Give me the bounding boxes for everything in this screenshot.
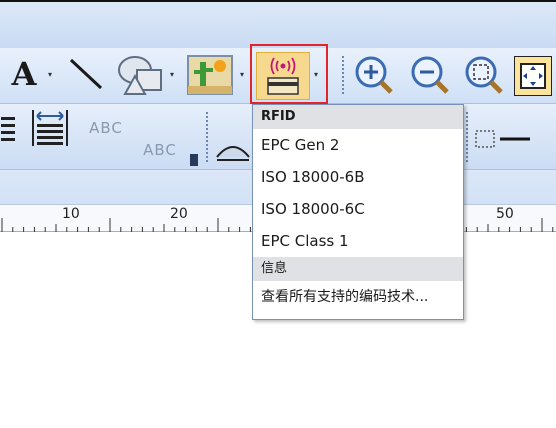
text-tool-button[interactable]: A — [4, 54, 44, 94]
text-icon: A — [11, 55, 37, 93]
fit-page-icon — [520, 63, 546, 89]
ruler-label-10: 10 — [62, 206, 80, 222]
shape-tool-dropdown-arrow[interactable]: ▾ — [170, 70, 174, 79]
menu-item-iso-18000-6c[interactable]: ISO 18000-6C — [253, 193, 463, 225]
shape-icon — [118, 56, 162, 95]
zoom-in-button[interactable] — [352, 54, 396, 96]
menu-item-epc-gen2[interactable]: EPC Gen 2 — [253, 129, 463, 161]
fit-width-button[interactable] — [26, 108, 74, 148]
line-style-icon — [216, 146, 250, 161]
toolbar-separator — [206, 112, 208, 164]
menu-item-iso-18000-6b[interactable]: ISO 18000-6B — [253, 161, 463, 193]
zoom-out-icon — [411, 56, 449, 94]
text-arc-up-icon: ABC — [89, 119, 123, 137]
align-justify-button[interactable] — [0, 114, 18, 144]
menu-item-view-all-encodings[interactable]: 查看所有支持的编码技术... — [253, 281, 463, 313]
line-tool-button[interactable] — [64, 54, 108, 94]
toolbar-separator — [466, 112, 468, 164]
picture-tool-dropdown-arrow[interactable]: ▾ — [240, 70, 244, 79]
text-arc-down-button[interactable]: ABC — [134, 132, 186, 168]
group-expand-button[interactable] — [190, 154, 198, 166]
align-justify-icon — [1, 117, 15, 141]
menu-section-header-info: 信息 — [253, 257, 463, 281]
text-tool-dropdown-arrow[interactable]: ▾ — [48, 70, 52, 79]
fit-width-icon — [32, 110, 68, 146]
border-style-button[interactable] — [474, 126, 534, 152]
ruler-label-50: 50 — [496, 206, 514, 222]
zoom-in-icon — [355, 56, 393, 94]
menu-section-header-rfid: RFID — [253, 105, 463, 129]
rfid-tool-highlight — [250, 44, 328, 104]
toolbar-separator — [342, 56, 344, 96]
line-icon — [69, 58, 103, 90]
picture-tool-button[interactable] — [184, 54, 236, 96]
rfid-dropdown-menu: RFID EPC Gen 2 ISO 18000-6B ISO 18000-6C… — [252, 104, 464, 320]
picture-icon — [187, 55, 233, 95]
fit-page-button[interactable] — [514, 56, 552, 96]
zoom-out-button[interactable] — [408, 54, 452, 96]
border-style-icon — [475, 130, 530, 148]
shape-tool-button[interactable] — [116, 54, 166, 96]
zoom-select-icon — [465, 56, 503, 94]
ruler-label-20: 20 — [170, 206, 188, 222]
text-arc-up-button[interactable]: ABC — [80, 110, 132, 146]
zoom-select-button[interactable] — [462, 54, 506, 96]
menu-item-epc-class1[interactable]: EPC Class 1 — [253, 225, 463, 257]
ribbon-header-band — [0, 2, 556, 48]
text-arc-down-icon: ABC — [143, 141, 177, 159]
line-style-button[interactable] — [214, 134, 252, 164]
